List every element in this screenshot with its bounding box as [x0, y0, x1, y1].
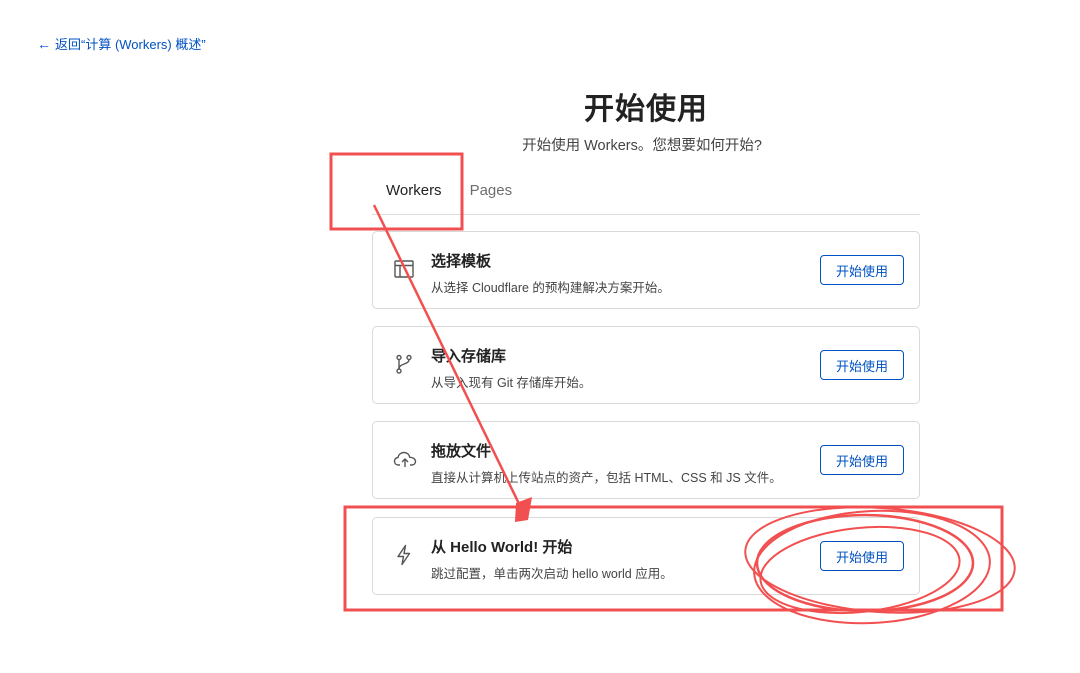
card-description: 跳过配置，单击两次启动 hello world 应用。 — [431, 567, 673, 581]
page-subtitle: 开始使用 Workers。您想要如何开始? — [522, 138, 762, 154]
git-branch-icon — [393, 353, 415, 375]
tab-bar: Workers Pages — [372, 172, 920, 215]
browser-window-icon — [393, 258, 415, 280]
start-hello-world-button[interactable]: 开始使用 — [820, 541, 904, 571]
start-upload-button[interactable]: 开始使用 — [820, 445, 904, 475]
card-description: 从选择 Cloudflare 的预构建解决方案开始。 — [431, 281, 670, 295]
card-title: 拖放文件 — [431, 443, 492, 460]
option-card-hello-world: 从 Hello World! 开始 跳过配置，单击两次启动 hello worl… — [372, 517, 920, 595]
tab-workers[interactable]: Workers — [372, 172, 456, 199]
card-title: 导入存储库 — [431, 348, 507, 365]
back-link-label: 返回“计算 (Workers) 概述” — [55, 37, 206, 52]
option-card-upload-files: 拖放文件 直接从计算机上传站点的资产，包括 HTML、CSS 和 JS 文件。 … — [372, 421, 920, 499]
card-title: 选择模板 — [431, 253, 492, 270]
option-card-template: 选择模板 从选择 Cloudflare 的预构建解决方案开始。 开始使用 — [372, 231, 920, 309]
start-template-button[interactable]: 开始使用 — [820, 255, 904, 285]
page-title: 开始使用 — [584, 93, 708, 126]
back-link[interactable]: ← 返回“计算 (Workers) 概述” — [37, 34, 206, 53]
start-import-repo-button[interactable]: 开始使用 — [820, 350, 904, 380]
arrow-left-icon: ← — [37, 35, 51, 52]
option-card-import-repo: 导入存储库 从导入现有 Git 存储库开始。 开始使用 — [372, 326, 920, 404]
lightning-bolt-icon — [393, 544, 415, 566]
card-description: 直接从计算机上传站点的资产，包括 HTML、CSS 和 JS 文件。 — [431, 471, 782, 485]
card-title: 从 Hello World! 开始 — [431, 539, 573, 556]
page: ← 返回“计算 (Workers) 概述” 开始使用 开始使用 Workers。… — [0, 0, 1080, 673]
cloud-upload-icon — [393, 448, 417, 470]
tab-pages[interactable]: Pages — [456, 172, 527, 199]
card-description: 从导入现有 Git 存储库开始。 — [431, 376, 592, 390]
